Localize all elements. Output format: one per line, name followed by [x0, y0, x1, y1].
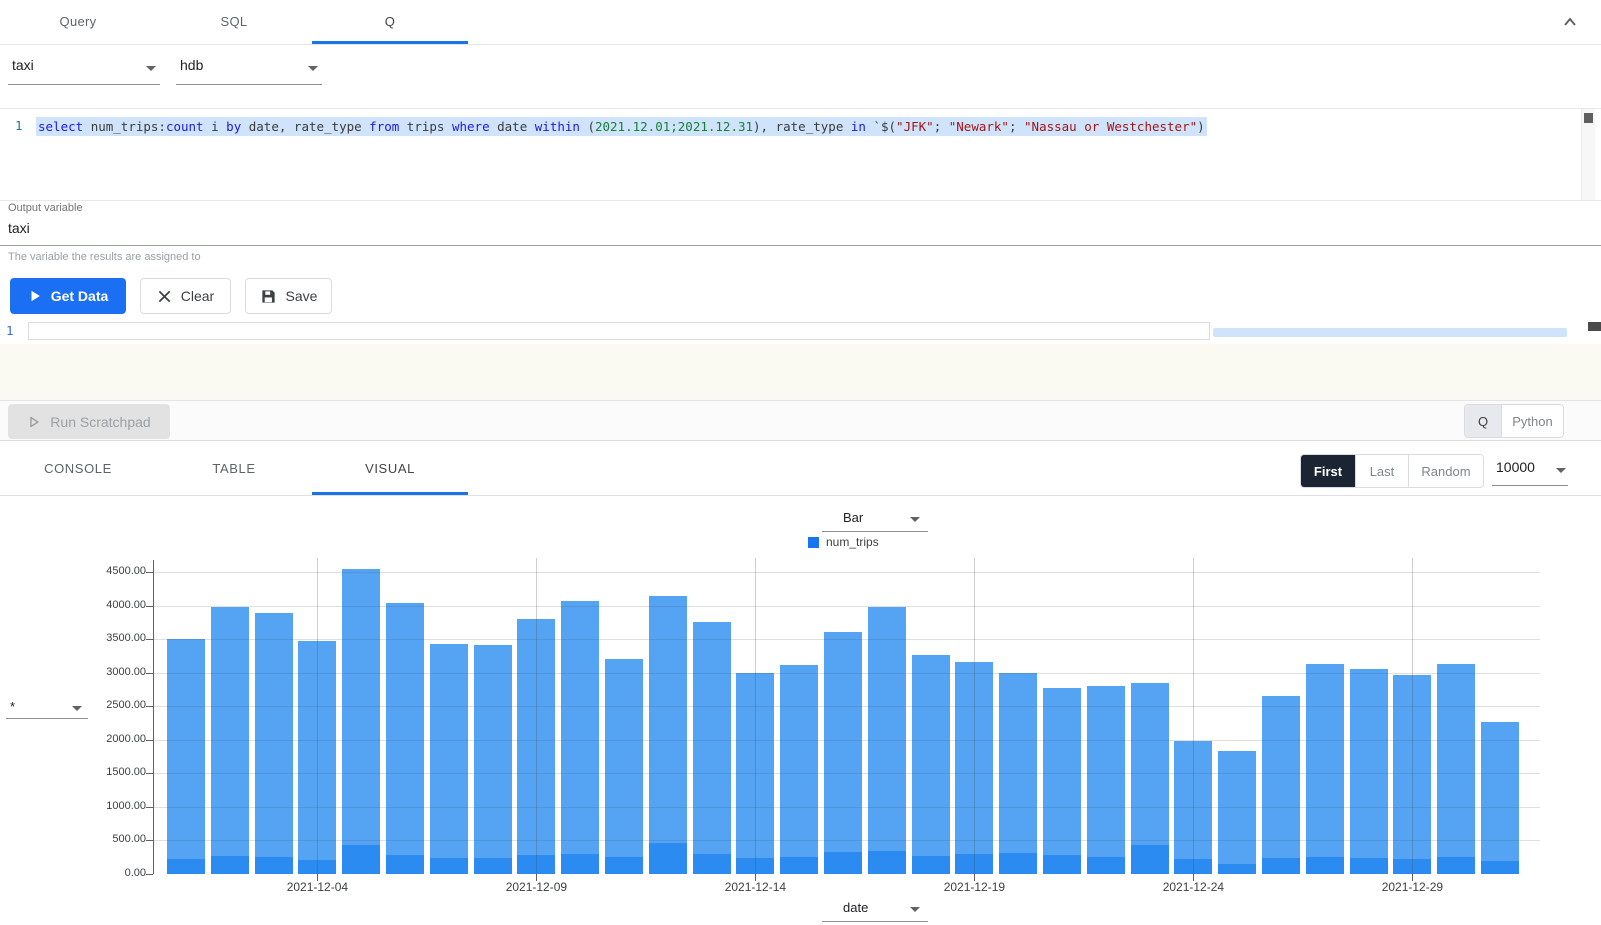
chart-bar — [1306, 664, 1344, 874]
chart-bar — [561, 601, 599, 875]
chart-bar — [824, 632, 862, 874]
x-gridline — [536, 558, 537, 874]
chart-bar — [1218, 751, 1256, 874]
chart-bar-overlap — [255, 857, 293, 874]
y-gridline — [153, 807, 1540, 808]
chart-bar-overlap — [1306, 857, 1344, 874]
y-axis-tick-label: 1500.00 — [58, 766, 146, 778]
x-axis-tick-label: 2021-12-09 — [491, 880, 581, 894]
y-gridline — [153, 773, 1540, 774]
chart-bar — [1437, 664, 1475, 874]
y-gridline — [153, 740, 1540, 741]
y-gridline — [153, 639, 1540, 640]
y-axis-tick — [146, 840, 153, 841]
chart-bar — [342, 569, 380, 874]
y-axis-tick-label: 3500.00 — [58, 632, 146, 644]
chart-bar — [1350, 669, 1388, 874]
x-axis-tick-label: 2021-12-24 — [1148, 880, 1238, 894]
y-gridline — [153, 840, 1540, 841]
chart-bar-overlap — [693, 854, 731, 874]
chart-bar-overlap — [1218, 864, 1256, 874]
chart-bar-overlap — [912, 856, 950, 874]
chart-bar — [1481, 722, 1519, 874]
y-gridline — [153, 606, 1540, 607]
y-axis-tick-label: 2500.00 — [58, 699, 146, 711]
query-workspace-window: Query SQL Q taxi hdb 1 select num_trips:… — [0, 0, 1601, 925]
y-axis-tick — [146, 673, 153, 674]
chart-bar-overlap — [868, 851, 906, 875]
chart-bar-overlap — [1043, 855, 1081, 874]
y-axis-tick-label: 500.00 — [58, 833, 146, 845]
chart-bar — [1262, 696, 1300, 875]
x-gridline — [1412, 558, 1413, 874]
y-gridline — [153, 673, 1540, 674]
chart-bar — [167, 639, 205, 874]
chart-bar-overlap — [1131, 845, 1169, 875]
chart-bar-overlap — [167, 859, 205, 874]
chart-bar — [605, 659, 643, 874]
chart-bar-overlap — [605, 857, 643, 874]
chart-bar-overlap — [561, 854, 599, 875]
x-axis-tick-label: 2021-12-29 — [1367, 880, 1457, 894]
chart-bar-overlap — [649, 843, 687, 875]
x-gridline — [755, 558, 756, 874]
chart-bar-overlap — [211, 856, 249, 874]
x-axis-tick-label: 2021-12-19 — [929, 880, 1019, 894]
y-axis-tick — [146, 572, 153, 573]
chart-bar — [649, 596, 687, 874]
chart-bar-overlap — [1262, 858, 1300, 874]
chart-bar-overlap — [824, 852, 862, 874]
y-axis-tick — [146, 606, 153, 607]
chart-bar — [780, 665, 818, 874]
y-axis-tick-label: 2000.00 — [58, 733, 146, 745]
y-axis-tick-label: 4000.00 — [58, 599, 146, 611]
y-axis-tick-label: 0.00 — [58, 867, 146, 879]
chart-bar-overlap — [342, 845, 380, 874]
y-axis-tick-label: 4500.00 — [58, 565, 146, 577]
bar-chart-plot: 0.00 500.00 1000.00 1500.00 2000.00 2500.00 30… — [0, 0, 1601, 925]
y-axis-line — [153, 560, 154, 874]
y-axis-tick — [146, 773, 153, 774]
x-gridline — [1193, 558, 1194, 874]
x-gridline — [974, 558, 975, 874]
chart-bar-overlap — [1350, 858, 1388, 874]
chart-bar-overlap — [386, 855, 424, 874]
y-axis-tick — [146, 807, 153, 808]
y-axis-tick — [146, 639, 153, 640]
chart-bar — [1043, 688, 1081, 874]
chart-bar-overlap — [1437, 857, 1475, 874]
chart-bar-overlap — [780, 857, 818, 874]
chart-bar-overlap — [1087, 857, 1125, 874]
x-axis-tick-label: 2021-12-14 — [710, 880, 800, 894]
chart-bar-overlap — [1481, 861, 1519, 874]
chart-bar-overlap — [474, 858, 512, 874]
y-axis-tick — [146, 874, 153, 875]
y-axis-tick-label: 1000.00 — [58, 800, 146, 812]
y-axis-tick — [146, 740, 153, 741]
y-axis-tick — [146, 706, 153, 707]
chart-bar — [693, 622, 731, 874]
y-axis-tick-label: 3000.00 — [58, 666, 146, 678]
chart-bar-overlap — [999, 853, 1037, 874]
y-gridline — [153, 706, 1540, 707]
x-axis-tick-label: 2021-12-04 — [272, 880, 362, 894]
chart-bar — [386, 603, 424, 874]
chart-bar — [1087, 686, 1125, 874]
chart-bar — [255, 613, 293, 874]
chart-bar-overlap — [430, 858, 468, 874]
x-gridline — [317, 558, 318, 874]
y-gridline — [153, 572, 1540, 573]
